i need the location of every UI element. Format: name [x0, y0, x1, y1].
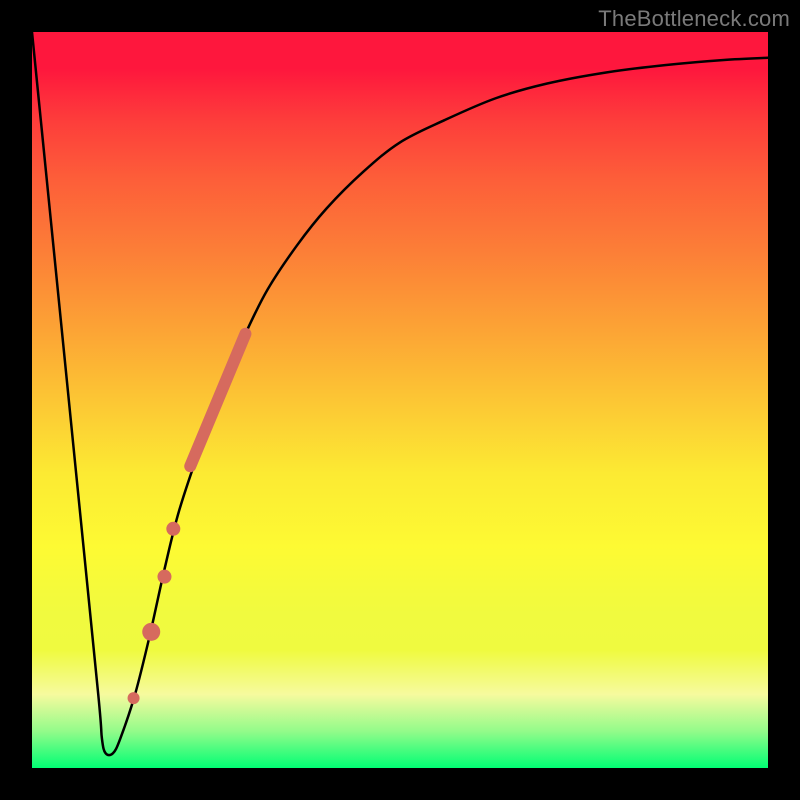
marker-layer	[128, 334, 246, 704]
curve-layer	[32, 32, 768, 755]
dot-3	[142, 623, 160, 641]
plot-area	[32, 32, 768, 768]
bottleneck-curve	[32, 32, 768, 755]
frame: TheBottleneck.com	[0, 0, 800, 800]
dot-4	[128, 692, 140, 704]
dot-2	[157, 570, 171, 584]
watermark: TheBottleneck.com	[598, 6, 790, 32]
chart-svg	[32, 32, 768, 768]
dot-1	[166, 522, 180, 536]
highlight-segment	[190, 334, 245, 466]
